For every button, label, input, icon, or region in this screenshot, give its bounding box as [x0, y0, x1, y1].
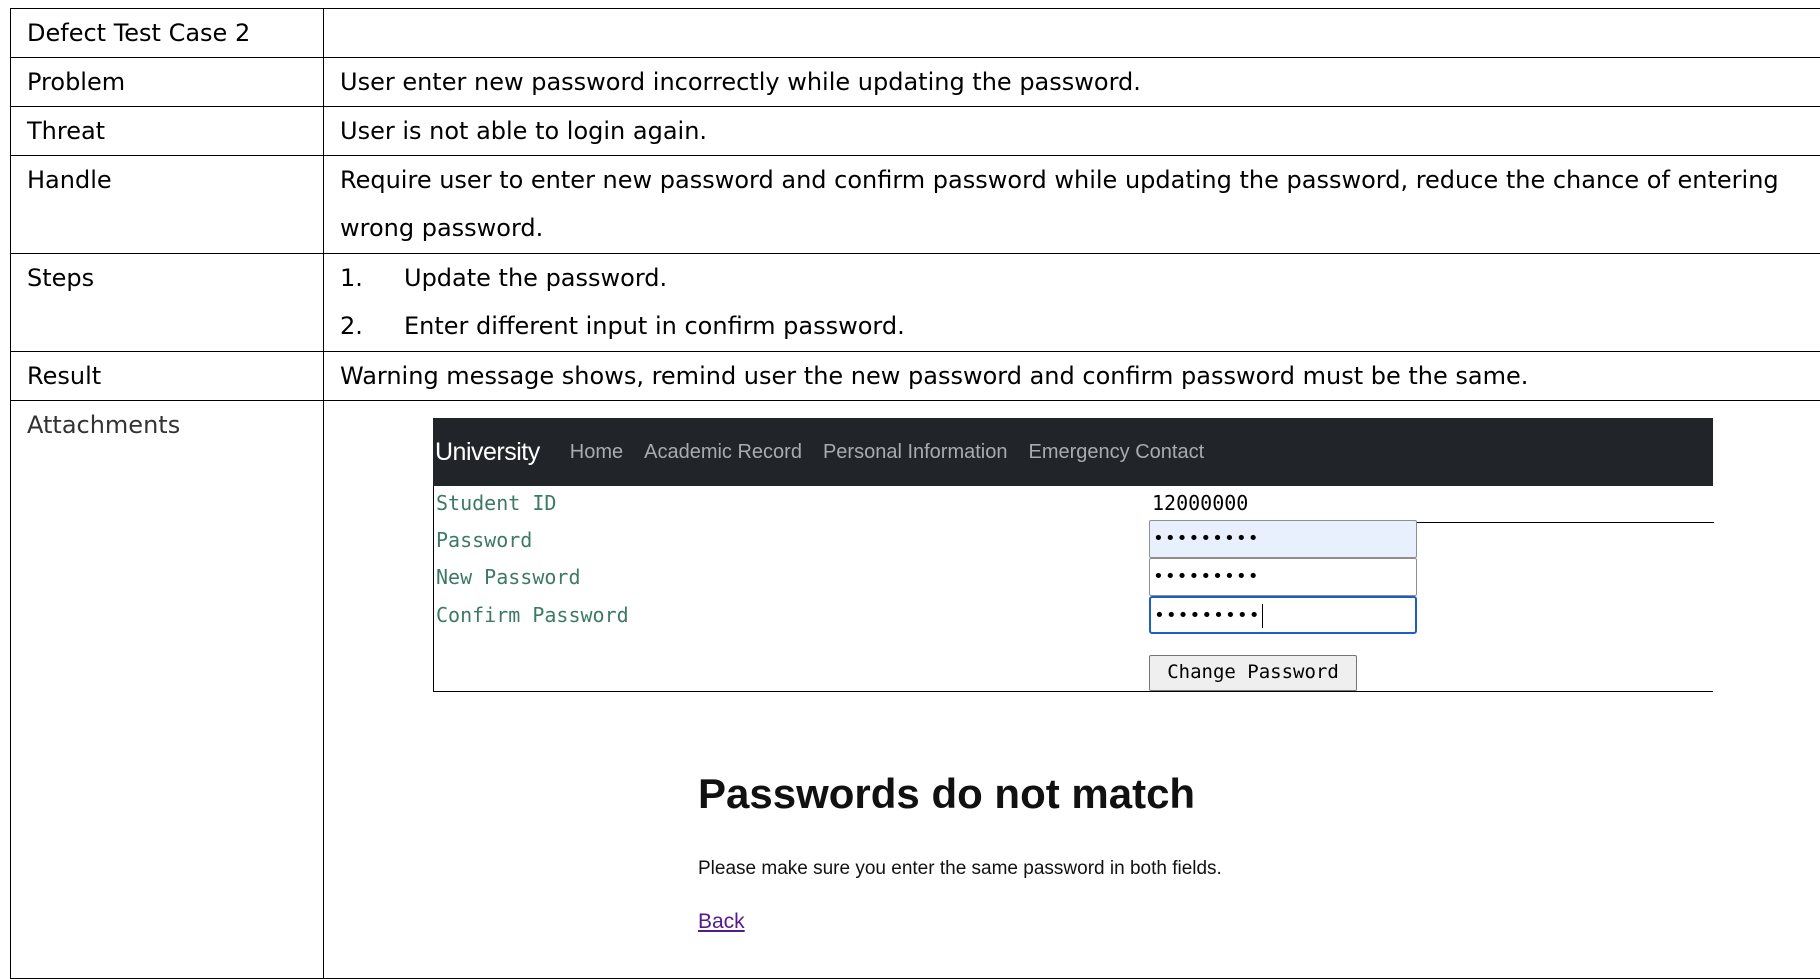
new-password-field[interactable]: •••••••••	[1149, 558, 1417, 596]
list-item: 1. Update the password.	[340, 254, 1820, 302]
handle-label: Handle	[11, 156, 324, 254]
nav-link-academic-record[interactable]: Academic Record	[644, 441, 802, 464]
table-row: Defect Test Case 2	[11, 9, 1820, 58]
attachments-label: Attachments	[11, 401, 324, 979]
password-label: Password	[436, 528, 532, 552]
change-password-form: Student ID 12000000 Password ••••••••• N…	[433, 486, 1713, 692]
threat-label: Threat	[11, 107, 324, 156]
steps-value: 1. Update the password. 2. Enter differe…	[324, 254, 1820, 352]
confirm-password-label: Confirm Password	[436, 603, 629, 627]
table-row: Threat User is not able to login again.	[11, 107, 1820, 156]
change-password-button[interactable]: Change Password	[1149, 655, 1357, 691]
threat-value: User is not able to login again.	[324, 107, 1820, 156]
step-text: Enter different input in confirm passwor…	[404, 302, 905, 350]
back-link[interactable]: Back	[698, 910, 745, 934]
error-message: Please make sure you enter the same pass…	[698, 858, 1222, 880]
text-caret	[1262, 604, 1264, 628]
problem-label: Problem	[11, 58, 324, 107]
list-item: 2. Enter different input in confirm pass…	[340, 302, 1820, 350]
new-password-value: •••••••••	[1153, 566, 1260, 587]
problem-value: User enter new password incorrectly whil…	[324, 58, 1820, 107]
password-value: •••••••••	[1153, 528, 1260, 549]
test-case-title-value	[324, 9, 1820, 58]
navbar: University Home Academic Record Personal…	[433, 418, 1713, 486]
navbar-brand[interactable]: University	[435, 438, 540, 467]
error-title: Passwords do not match	[698, 770, 1195, 818]
nav-link-personal-information[interactable]: Personal Information	[823, 441, 1008, 464]
handle-value: Require user to enter new password and c…	[324, 156, 1820, 254]
nav-link-home[interactable]: Home	[570, 441, 623, 464]
steps-label: Steps	[11, 254, 324, 352]
steps-list: 1. Update the password. 2. Enter differe…	[340, 254, 1820, 350]
result-label: Result	[11, 352, 324, 401]
new-password-label: New Password	[436, 565, 581, 589]
result-value: Warning message shows, remind user the n…	[324, 352, 1820, 401]
password-field[interactable]: •••••••••	[1149, 520, 1417, 558]
nav-link-emergency-contact[interactable]: Emergency Contact	[1029, 441, 1205, 464]
step-number: 2.	[340, 302, 404, 350]
student-id-label: Student ID	[436, 491, 556, 515]
step-number: 1.	[340, 254, 404, 302]
table-row: Steps 1. Update the password. 2. Enter d…	[11, 254, 1820, 352]
step-text: Update the password.	[404, 254, 667, 302]
table-row: Handle Require user to enter new passwor…	[11, 156, 1820, 254]
student-id-value: 12000000	[1152, 491, 1248, 515]
attachment-screenshot: University Home Academic Record Personal…	[433, 418, 1713, 973]
table-row: Result Warning message shows, remind use…	[11, 352, 1820, 401]
table-row: Problem User enter new password incorrec…	[11, 58, 1820, 107]
confirm-password-field[interactable]: •••••••••	[1149, 596, 1417, 634]
test-case-title: Defect Test Case 2	[11, 9, 324, 58]
confirm-password-value: •••••••••	[1154, 605, 1261, 626]
